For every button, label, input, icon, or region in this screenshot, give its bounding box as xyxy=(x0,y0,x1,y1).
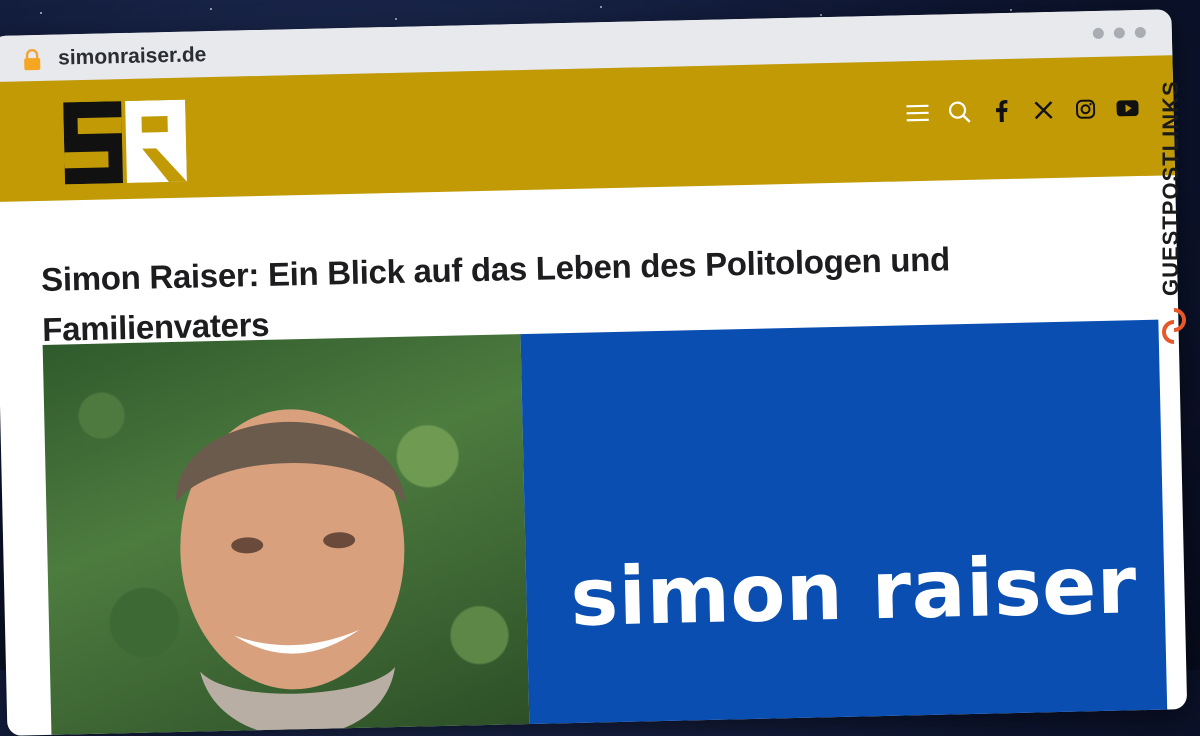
instagram-icon[interactable] xyxy=(1073,97,1098,122)
search-icon[interactable] xyxy=(947,100,972,125)
brand-text: simon raiser xyxy=(569,538,1137,644)
link-chain-icon xyxy=(1160,306,1188,346)
x-icon[interactable] xyxy=(1031,98,1056,123)
browser-window: simonraiser.de xyxy=(0,9,1187,736)
brand-panel: simon raiser xyxy=(521,320,1168,734)
window-dot[interactable] xyxy=(1114,27,1125,38)
window-controls xyxy=(1093,27,1146,39)
window-dot[interactable] xyxy=(1135,27,1146,38)
window-dot[interactable] xyxy=(1093,28,1104,39)
site-header xyxy=(0,55,1175,202)
lock-icon xyxy=(22,49,42,71)
youtube-icon[interactable] xyxy=(1115,96,1140,121)
header-icons xyxy=(905,96,1139,125)
facebook-icon[interactable] xyxy=(989,99,1014,124)
hero-image: simon raiser xyxy=(43,320,1168,736)
url-text[interactable]: simonraiser.de xyxy=(58,43,207,70)
menu-icon[interactable] xyxy=(905,101,930,126)
site-logo[interactable] xyxy=(63,100,187,185)
badge-text: GUESTPOSTLINKS xyxy=(1158,80,1184,296)
portrait-photo xyxy=(43,334,530,736)
browser-frame: simonraiser.de xyxy=(0,0,1200,670)
guestpostlinks-badge: GUESTPOSTLINKS xyxy=(1154,56,1194,356)
